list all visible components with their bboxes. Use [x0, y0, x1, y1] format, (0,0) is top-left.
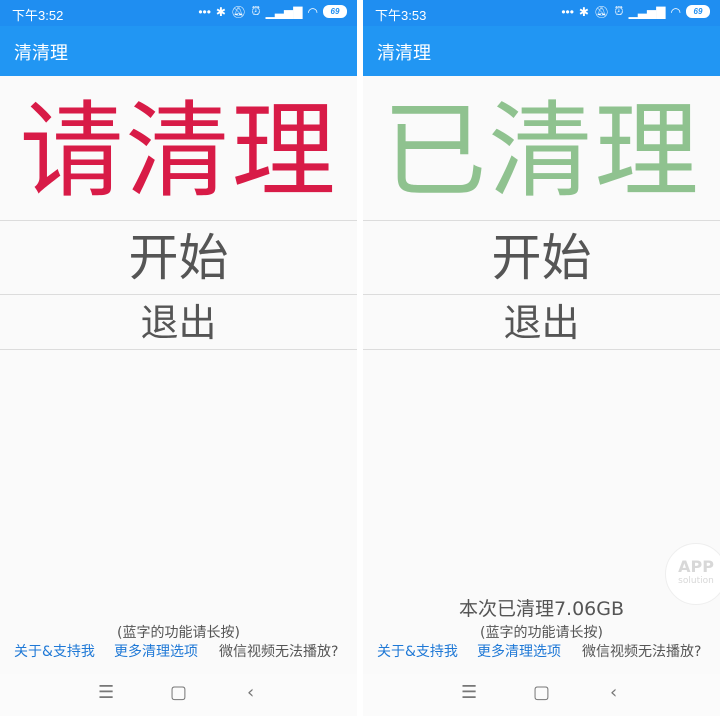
app-bar: 清清理 [363, 26, 720, 76]
bluetooth-icon: ✱ [215, 4, 226, 19]
status-bar: 下午3:52 ••• ✱ 🔕︎ ⏰︎ ▁▃▅▇ ◠ 69 [0, 0, 357, 26]
battery-icon: 69 [686, 5, 710, 18]
cleaned-amount-text: 本次已清理7.06GB [458, 598, 625, 620]
alarm-icon: ⏰︎ [251, 4, 261, 18]
status-icons: ••• ✱ 🔕︎ ⏰︎ ▁▃▅▇ ◠ 69 [198, 4, 347, 19]
long-press-hint: (蓝字的功能请长按) [117, 625, 240, 641]
battery-icon: 69 [323, 5, 347, 18]
wechat-video-help-link[interactable]: 微信视频无法播放? [582, 641, 701, 661]
status-time: 下午3:52 [12, 8, 64, 23]
app-title: 清清理 [377, 43, 431, 64]
signal-icon: ▁▃▅▇ [265, 4, 303, 19]
menu-icon[interactable]: ☰ [98, 682, 114, 703]
bluetooth-icon: ✱ [578, 4, 589, 19]
long-press-hint: (蓝字的功能请长按) [480, 625, 603, 641]
about-support-link[interactable]: 关于&支持我 [377, 641, 458, 661]
more-dots-icon: ••• [198, 4, 211, 19]
menu-icon[interactable]: ☰ [461, 682, 477, 703]
more-clean-options-link[interactable]: 更多清理选项 [114, 641, 198, 661]
phone-screen-before: 下午3:52 ••• ✱ 🔕︎ ⏰︎ ▁▃▅▇ ◠ 69 清清理 请清理 开始 … [0, 0, 357, 716]
system-nav-bar: ☰ ▢ ‹ [363, 674, 720, 716]
app-bar: 清清理 [0, 26, 357, 76]
home-icon[interactable]: ▢ [533, 682, 550, 703]
about-support-link[interactable]: 关于&支持我 [14, 641, 95, 661]
mute-bell-icon: 🔕︎ [593, 4, 610, 19]
clean-status-text: 请清理 [19, 90, 338, 212]
home-icon[interactable]: ▢ [170, 682, 187, 703]
bottom-links: 关于&支持我 更多清理选项 微信视频无法播放? [363, 641, 720, 663]
mute-bell-icon: 🔕︎ [230, 4, 247, 19]
exit-button[interactable]: 退出 [0, 296, 357, 350]
start-button[interactable]: 开始 [0, 222, 357, 294]
divider [363, 220, 720, 221]
phone-screen-after: 下午3:53 ••• ✱ 🔕︎ ⏰︎ ▁▃▅▇ ◠ 69 清清理 已清理 开始 … [363, 0, 720, 716]
system-nav-bar: ☰ ▢ ‹ [0, 674, 357, 716]
divider [0, 349, 357, 350]
status-bar: 下午3:53 ••• ✱ 🔕︎ ⏰︎ ▁▃▅▇ ◠ 69 [363, 0, 720, 26]
divider [0, 294, 357, 295]
signal-icon: ▁▃▅▇ [628, 4, 666, 19]
alarm-icon: ⏰︎ [614, 4, 624, 18]
divider [0, 220, 357, 221]
bottom-links: 关于&支持我 更多清理选项 微信视频无法播放? [0, 641, 357, 663]
divider [363, 294, 720, 295]
back-icon[interactable]: ‹ [247, 682, 254, 703]
clean-status-text: 已清理 [382, 90, 701, 212]
back-icon[interactable]: ‹ [610, 682, 617, 703]
divider [363, 349, 720, 350]
app-title: 清清理 [14, 43, 68, 64]
wifi-icon: ◠ [307, 4, 318, 19]
status-time: 下午3:53 [375, 8, 427, 23]
more-dots-icon: ••• [561, 4, 574, 19]
start-button[interactable]: 开始 [363, 222, 720, 294]
wechat-video-help-link[interactable]: 微信视频无法播放? [219, 641, 338, 661]
exit-button[interactable]: 退出 [363, 296, 720, 350]
wifi-icon: ◠ [670, 4, 681, 19]
status-icons: ••• ✱ 🔕︎ ⏰︎ ▁▃▅▇ ◠ 69 [561, 4, 710, 19]
more-clean-options-link[interactable]: 更多清理选项 [477, 641, 561, 661]
